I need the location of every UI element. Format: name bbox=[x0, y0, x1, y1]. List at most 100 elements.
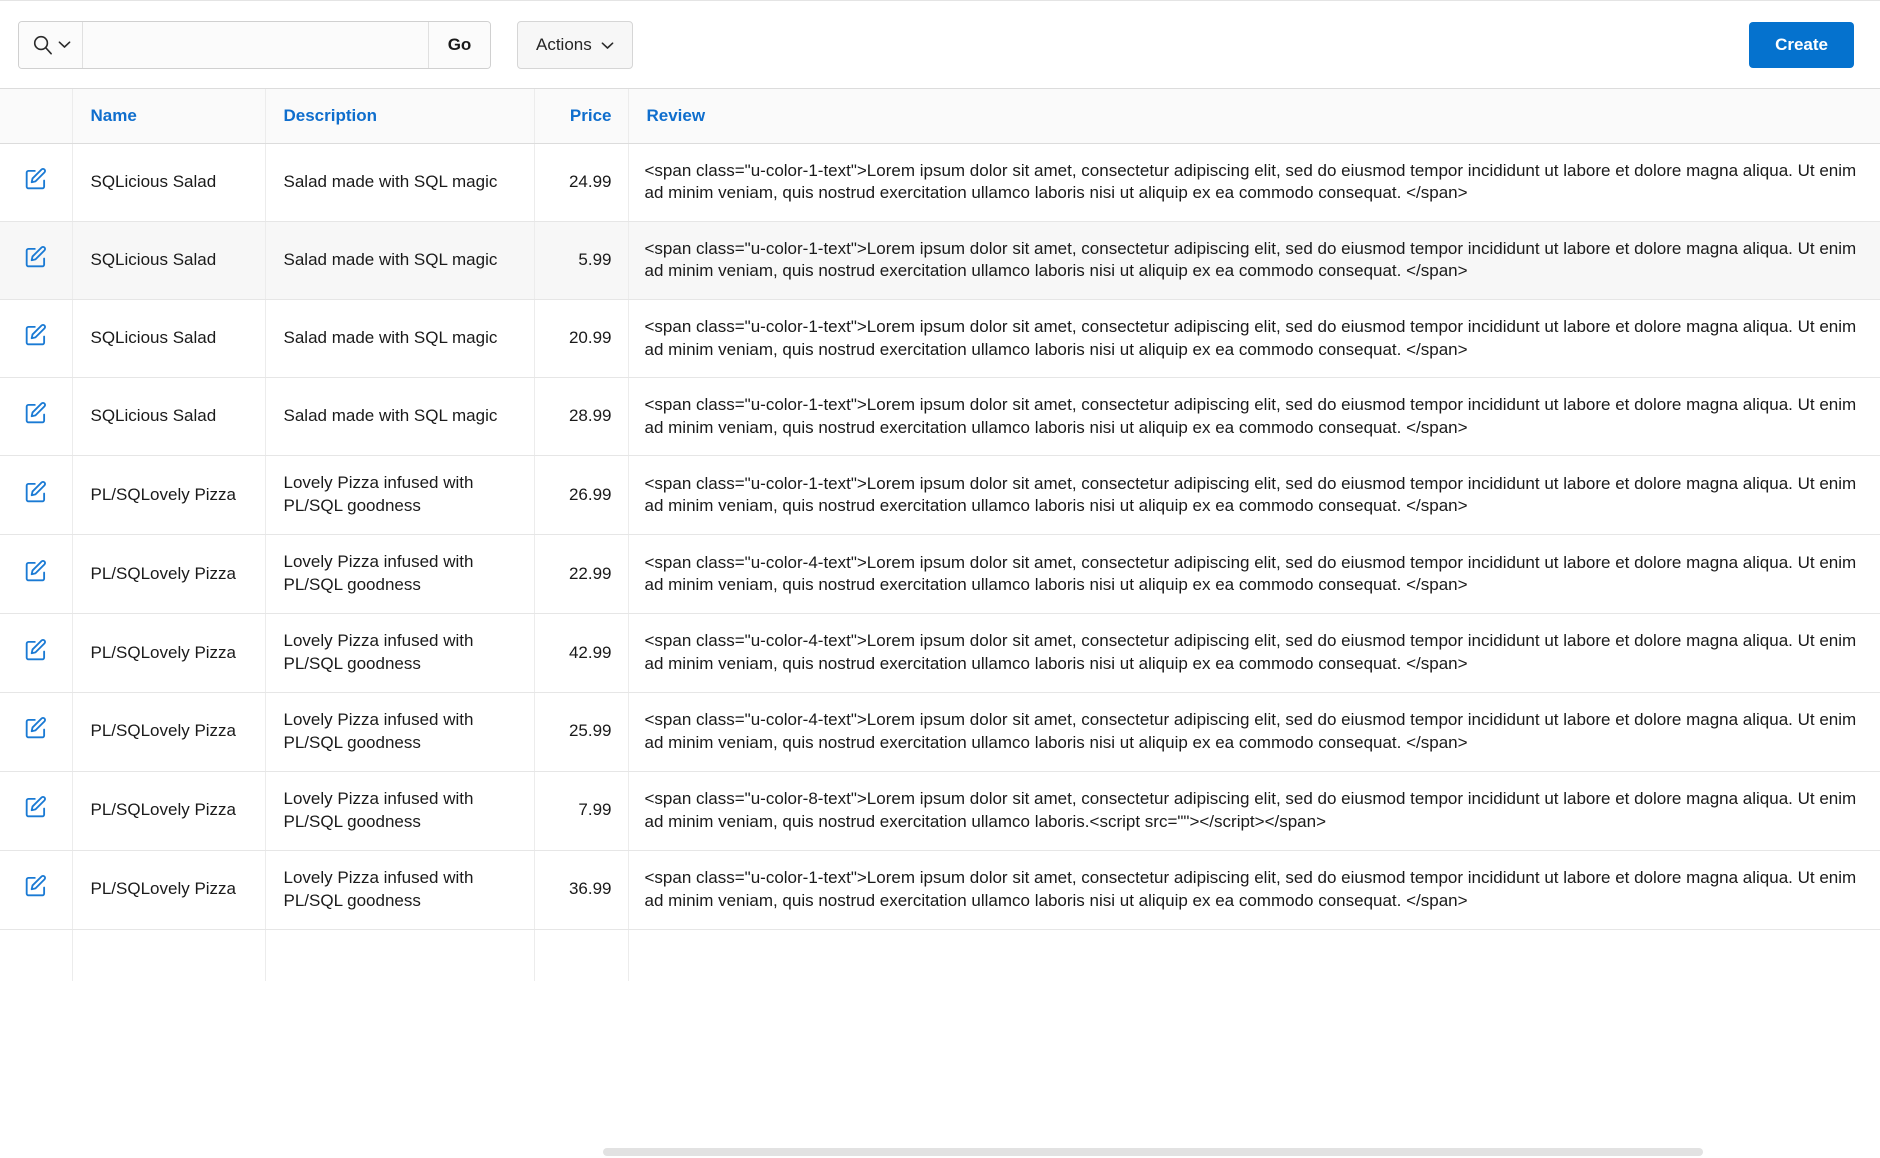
cell-description: Salad made with SQL magic bbox=[265, 377, 535, 457]
chevron-down-icon bbox=[601, 35, 614, 55]
cell-name: PL/SQLovely Pizza bbox=[72, 692, 266, 772]
row-edit-cell[interactable] bbox=[0, 143, 73, 222]
column-header-name: Name bbox=[72, 89, 266, 144]
cell-name: SQLicious Salad bbox=[72, 143, 266, 222]
cell-price: 22.99 bbox=[534, 534, 629, 615]
search-input[interactable] bbox=[83, 21, 428, 68]
table-row-partial[interactable] bbox=[0, 929, 1880, 981]
search-group: Go bbox=[18, 20, 491, 69]
cell-price: 28.99 bbox=[534, 377, 629, 457]
cell-description: Lovely Pizza infused with PL/SQL goodnes… bbox=[265, 455, 535, 536]
table-row[interactable]: PL/SQLovely Pizza Lovely Pizza infused wi… bbox=[0, 534, 1880, 615]
chevron-down-icon bbox=[58, 40, 71, 49]
report-table: Name Description Price Review SQLicious … bbox=[0, 89, 1880, 981]
cell-review: <span class="u-color-4-text">Lorem ipsum… bbox=[628, 613, 1880, 693]
column-header-description: Description bbox=[265, 89, 535, 144]
table-header-row: Name Description Price Review bbox=[0, 89, 1880, 144]
cell-name: SQLicious Salad bbox=[72, 377, 266, 457]
cell-price: 24.99 bbox=[534, 143, 629, 222]
cell-name: PL/SQLovely Pizza bbox=[72, 455, 266, 536]
cell-description: Salad made with SQL magic bbox=[265, 299, 535, 379]
cell-description: Lovely Pizza infused with PL/SQL goodnes… bbox=[265, 771, 535, 851]
cell-description: Salad made with SQL magic bbox=[265, 143, 535, 222]
edit-pencil-icon[interactable] bbox=[23, 637, 49, 663]
table-row[interactable]: SQLicious Salad Salad made with SQL magic… bbox=[0, 377, 1880, 457]
cell-description: Lovely Pizza infused with PL/SQL goodnes… bbox=[265, 692, 535, 772]
column-header-review: Review bbox=[628, 89, 1880, 144]
table-row[interactable]: PL/SQLovely Pizza Lovely Pizza infused wi… bbox=[0, 455, 1880, 536]
cell-description: Lovely Pizza infused with PL/SQL goodnes… bbox=[265, 613, 535, 693]
cell-review: <span class="u-color-1-text">Lorem ipsum… bbox=[628, 377, 1880, 457]
cell-review: <span class="u-color-1-text">Lorem ipsum… bbox=[628, 850, 1880, 930]
column-header-description-link[interactable]: Description bbox=[284, 106, 378, 125]
cell-empty bbox=[628, 929, 1880, 980]
cell-price: 26.99 bbox=[534, 455, 629, 536]
table-header: Name Description Price Review bbox=[0, 89, 1880, 144]
edit-pencil-icon[interactable] bbox=[23, 558, 49, 584]
cell-description: Salad made with SQL magic bbox=[265, 221, 535, 300]
cell-price: 42.99 bbox=[534, 613, 629, 693]
row-edit-cell[interactable] bbox=[0, 692, 73, 772]
cell-name: PL/SQLovely Pizza bbox=[72, 534, 266, 615]
cell-review: <span class="u-color-1-text">Lorem ipsum… bbox=[628, 299, 1880, 379]
create-button[interactable]: Create bbox=[1749, 22, 1854, 68]
cell-review: <span class="u-color-1-text">Lorem ipsum… bbox=[628, 221, 1880, 300]
row-edit-cell[interactable] bbox=[0, 221, 73, 300]
row-edit-cell[interactable] bbox=[0, 299, 73, 379]
cell-name: SQLicious Salad bbox=[72, 299, 266, 379]
row-edit-cell[interactable] bbox=[0, 455, 73, 536]
edit-pencil-icon[interactable] bbox=[23, 715, 49, 741]
cell-empty bbox=[265, 929, 535, 981]
edit-pencil-icon[interactable] bbox=[23, 794, 49, 820]
row-edit-cell[interactable] bbox=[0, 850, 73, 930]
edit-pencil-icon[interactable] bbox=[23, 873, 49, 899]
column-header-price-link[interactable]: Price bbox=[570, 106, 612, 125]
cell-description: Lovely Pizza infused with PL/SQL goodnes… bbox=[265, 534, 535, 615]
report-grid-container: Name Description Price Review SQLicious … bbox=[0, 88, 1880, 1158]
edit-pencil-icon[interactable] bbox=[23, 244, 49, 270]
table-row[interactable]: SQLicious Salad Salad made with SQL magic… bbox=[0, 143, 1880, 222]
edit-pencil-icon[interactable] bbox=[23, 479, 49, 505]
cell-price: 7.99 bbox=[534, 771, 629, 851]
cell-name: PL/SQLovely Pizza bbox=[72, 771, 266, 851]
cell-description: Lovely Pizza infused with PL/SQL goodnes… bbox=[265, 850, 535, 930]
cell-price: 25.99 bbox=[534, 692, 629, 772]
column-header-name-link[interactable]: Name bbox=[91, 106, 137, 125]
row-edit-cell[interactable] bbox=[0, 613, 73, 693]
cell-empty bbox=[72, 929, 266, 981]
row-edit-cell[interactable] bbox=[0, 534, 73, 615]
report-toolbar: Go Actions Create bbox=[0, 0, 1880, 88]
cell-review: <span class="u-color-4-text">Lorem ipsum… bbox=[628, 534, 1880, 615]
interactive-report-page: Go Actions Create Name Description Price… bbox=[0, 0, 1880, 1158]
cell-empty bbox=[534, 929, 629, 981]
row-edit-cell[interactable] bbox=[0, 771, 73, 851]
table-row[interactable]: SQLicious Salad Salad made with SQL magic… bbox=[0, 299, 1880, 379]
edit-pencil-icon[interactable] bbox=[23, 400, 49, 426]
cell-review: <span class="u-color-8-text">Lorem ipsum… bbox=[628, 771, 1880, 851]
column-header-review-link[interactable]: Review bbox=[647, 106, 706, 125]
row-edit-cell[interactable] bbox=[0, 377, 73, 457]
table-row[interactable]: SQLicious Salad Salad made with SQL magic… bbox=[0, 221, 1880, 300]
cell-price: 20.99 bbox=[534, 299, 629, 379]
cell-name: SQLicious Salad bbox=[72, 221, 266, 300]
table-row[interactable]: PL/SQLovely Pizza Lovely Pizza infused wi… bbox=[0, 850, 1880, 930]
table-row[interactable]: PL/SQLovely Pizza Lovely Pizza infused wi… bbox=[0, 692, 1880, 772]
table-body: SQLicious Salad Salad made with SQL magic… bbox=[0, 143, 1880, 981]
search-column-selector[interactable] bbox=[19, 21, 83, 68]
edit-pencil-icon[interactable] bbox=[23, 322, 49, 348]
cell-review: <span class="u-color-4-text">Lorem ipsum… bbox=[628, 692, 1880, 772]
cell-price: 5.99 bbox=[534, 221, 629, 300]
actions-button[interactable]: Actions bbox=[517, 20, 633, 69]
cell-name: PL/SQLovely Pizza bbox=[72, 850, 266, 930]
search-icon bbox=[31, 33, 54, 56]
actions-button-label: Actions bbox=[536, 34, 592, 54]
column-header-price: Price bbox=[534, 89, 629, 144]
cell-price: 36.99 bbox=[534, 850, 629, 930]
search-go-button[interactable]: Go bbox=[428, 21, 490, 68]
horizontal-scrollbar-thumb[interactable] bbox=[603, 1148, 1703, 1156]
horizontal-scrollbar[interactable] bbox=[523, 1146, 1880, 1158]
edit-pencil-icon[interactable] bbox=[23, 166, 49, 192]
table-row[interactable]: PL/SQLovely Pizza Lovely Pizza infused wi… bbox=[0, 771, 1880, 851]
column-header-edit bbox=[0, 89, 73, 144]
table-row[interactable]: PL/SQLovely Pizza Lovely Pizza infused wi… bbox=[0, 613, 1880, 693]
